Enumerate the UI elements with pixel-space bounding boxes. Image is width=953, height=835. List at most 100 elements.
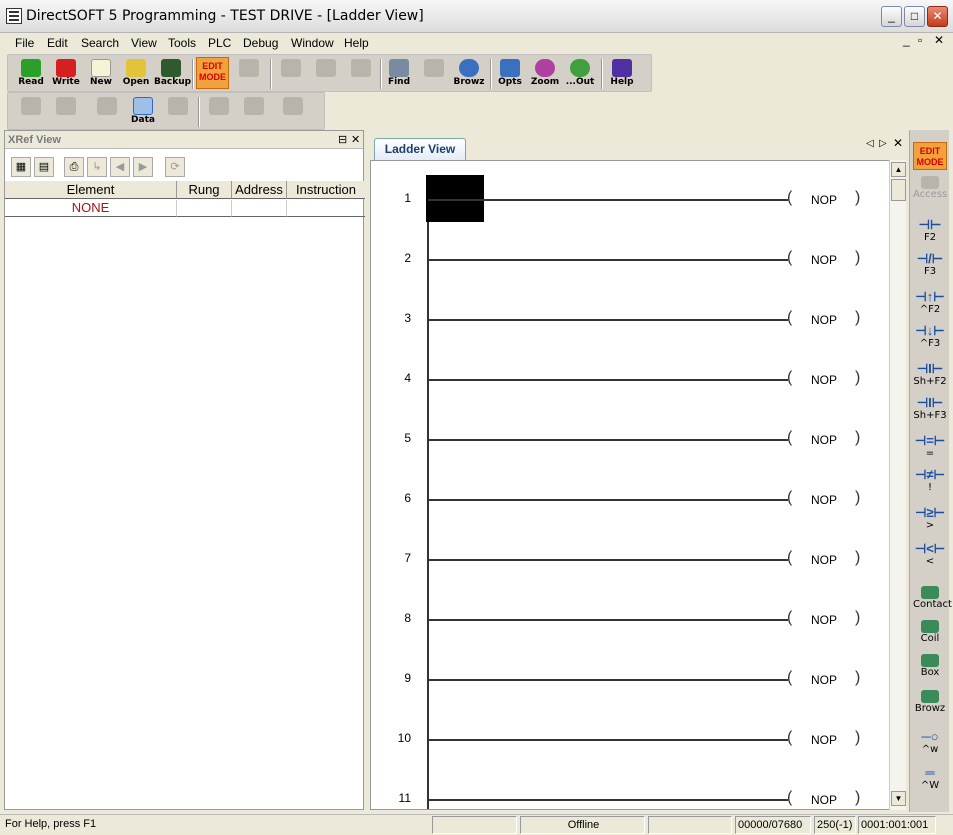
immediate-contact-button[interactable]: ⊣I⊢ Sh+F2: [913, 362, 947, 394]
contact-button[interactable]: Contact: [913, 586, 952, 618]
mdi-minimize-button[interactable]: _: [903, 33, 910, 47]
print-icon[interactable]: ⎙: [64, 157, 84, 177]
grid-view-icon[interactable]: ▦: [11, 157, 31, 177]
browse-button[interactable]: Browz: [913, 690, 947, 722]
edit-mode-button[interactable]: EDIT MODE: [196, 57, 229, 89]
menu-plc[interactable]: PLC: [208, 36, 231, 50]
rung-wire[interactable]: [428, 499, 788, 501]
coil-instruction[interactable]: NOP: [811, 733, 837, 747]
ladder-button[interactable]: [90, 95, 124, 129]
list-view-icon[interactable]: ▤: [34, 157, 54, 177]
documentation-button[interactable]: [276, 95, 310, 129]
rising-edge-contact-button[interactable]: ⊣↑⊢ ^F2: [913, 290, 947, 322]
scroll-thumb[interactable]: [891, 179, 906, 201]
menu-search[interactable]: Search: [81, 36, 119, 50]
edit-mode-indicator[interactable]: EDIT MODE: [913, 142, 947, 170]
app-icon[interactable]: [6, 8, 22, 24]
cut-button[interactable]: [274, 57, 308, 91]
open-button[interactable]: Open: [119, 57, 153, 91]
rung-wire[interactable]: [428, 799, 788, 801]
greater-compare-button[interactable]: ⊣≥⊢ >: [913, 506, 947, 538]
coil-instruction[interactable]: NOP: [811, 193, 837, 207]
xref-close-button[interactable]: ✕: [351, 133, 360, 146]
wire-button[interactable]: ─○ ^w: [913, 730, 947, 762]
column-header-element[interactable]: Element: [5, 181, 177, 199]
falling-edge-contact-button[interactable]: ⊣↓⊢ ^F3: [913, 324, 947, 356]
backup-button[interactable]: Backup: [154, 57, 191, 91]
menu-window[interactable]: Window: [291, 36, 334, 50]
goto-icon[interactable]: ↳: [87, 157, 107, 177]
ladder-canvas[interactable]: 1 (NOP) 2 (NOP) 3 (NOP) 4 (NOP) 5 (NOP) 6 (NOP) 7 (NO…: [370, 160, 890, 810]
rung-wire[interactable]: [428, 319, 788, 321]
box-button[interactable]: Box: [913, 654, 947, 686]
rung-wire[interactable]: [428, 259, 788, 261]
zoom-out-button[interactable]: ...Out: [563, 57, 597, 91]
coil-instruction[interactable]: NOP: [811, 613, 837, 627]
info-button[interactable]: [237, 95, 271, 129]
menu-file[interactable]: File: [15, 36, 34, 50]
table-cell-instruction[interactable]: [287, 200, 365, 217]
read-button[interactable]: Read: [14, 57, 48, 91]
new-button[interactable]: New: [84, 57, 118, 91]
paste-button[interactable]: [344, 57, 378, 91]
rung-wire[interactable]: [428, 199, 788, 201]
tab-prev-icon[interactable]: ◁: [866, 138, 874, 149]
coil-instruction[interactable]: NOP: [811, 433, 837, 447]
rung-wire[interactable]: [428, 679, 788, 681]
table-cell-rung[interactable]: [177, 200, 232, 217]
equal-compare-button[interactable]: ⊣=⊢ =: [913, 434, 947, 466]
mdi-restore-button[interactable]: ▫: [918, 33, 922, 47]
normally-open-contact-button[interactable]: ⊣⊢ F2: [913, 218, 947, 250]
browse-button[interactable]: Browz: [452, 57, 486, 91]
rung-wire[interactable]: [428, 439, 788, 441]
minimize-button[interactable]: _: [881, 6, 902, 27]
options-button[interactable]: Opts: [493, 57, 527, 91]
accept-button[interactable]: [232, 57, 266, 91]
access-button[interactable]: Access: [913, 176, 947, 208]
vertical-scrollbar[interactable]: ▲ ▼: [889, 160, 906, 810]
rung-wire[interactable]: [428, 619, 788, 621]
menu-tools[interactable]: Tools: [168, 36, 196, 50]
not-equal-compare-button[interactable]: ⊣≠⊢!: [913, 468, 947, 500]
rung-wire[interactable]: [428, 739, 788, 741]
menu-edit[interactable]: Edit: [47, 36, 68, 50]
table-cell-element[interactable]: NONE: [5, 200, 177, 217]
table-cell-address[interactable]: [232, 200, 287, 217]
instruction-button[interactable]: [14, 95, 48, 129]
less-compare-button[interactable]: ⊣<⊢ <: [913, 542, 947, 574]
wire-double-button[interactable]: ═ ^W: [913, 766, 947, 798]
column-header-rung[interactable]: Rung: [177, 181, 232, 199]
pin-icon[interactable]: ⊟: [338, 133, 347, 146]
help-button[interactable]: Help: [605, 57, 639, 91]
tab-ladder-view[interactable]: Ladder View: [374, 138, 466, 160]
immediate-closed-contact-button[interactable]: ⊣I⊢ Sh+F3: [913, 396, 947, 428]
refresh-icon[interactable]: ⟳: [165, 157, 185, 177]
prev-icon[interactable]: ◀: [110, 157, 130, 177]
scroll-down-button[interactable]: ▼: [891, 791, 906, 806]
find-button[interactable]: Find: [382, 57, 416, 91]
coil-instruction[interactable]: NOP: [811, 253, 837, 267]
column-header-address[interactable]: Address: [232, 181, 287, 199]
compare-button[interactable]: [161, 95, 195, 129]
copy-button[interactable]: [309, 57, 343, 91]
maximize-button[interactable]: □: [904, 6, 925, 27]
mdi-close-button[interactable]: ✕: [934, 33, 944, 47]
tab-next-icon[interactable]: ▷: [879, 138, 887, 149]
replace-button[interactable]: [417, 57, 451, 91]
ladder-close-button[interactable]: ✕: [893, 136, 903, 150]
normally-closed-contact-button[interactable]: ⊣/⊢ F3: [913, 252, 947, 284]
mnemonic-button[interactable]: [49, 95, 83, 129]
next-icon[interactable]: ▶: [133, 157, 153, 177]
coil-instruction[interactable]: NOP: [811, 673, 837, 687]
write-button[interactable]: Write: [49, 57, 83, 91]
coil-instruction[interactable]: NOP: [811, 313, 837, 327]
coil-instruction[interactable]: NOP: [811, 493, 837, 507]
coil-instruction[interactable]: NOP: [811, 793, 837, 807]
memory-button[interactable]: [202, 95, 236, 129]
column-header-instruction[interactable]: Instruction: [287, 181, 365, 199]
menu-help[interactable]: Help: [344, 36, 369, 50]
rung-wire[interactable]: [428, 379, 788, 381]
rung-wire[interactable]: [428, 559, 788, 561]
menu-view[interactable]: View: [131, 36, 157, 50]
close-button[interactable]: ✕: [927, 6, 948, 27]
